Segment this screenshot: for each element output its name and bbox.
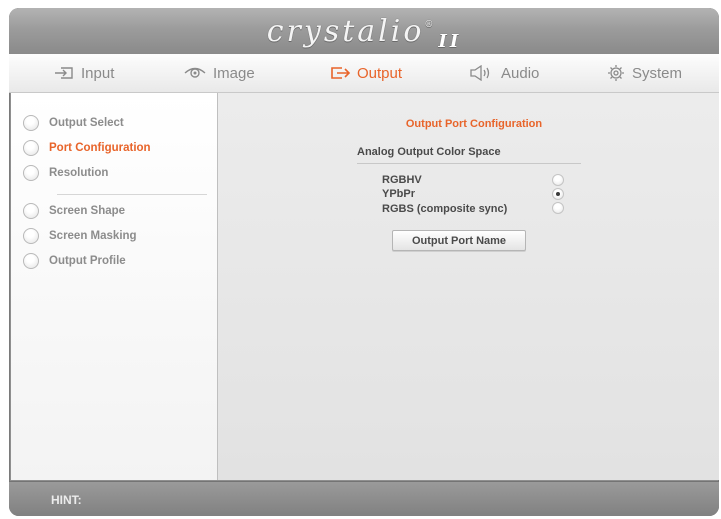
option-label-ypbpr: YPbPr — [382, 188, 416, 200]
sidebar-item-port-configuration[interactable]: Port Configuration — [23, 138, 151, 158]
sidebar-item-screen-masking[interactable]: Screen Masking — [23, 226, 137, 246]
output-port-name-button[interactable]: Output Port Name — [392, 230, 526, 251]
logo-text: crystalio — [266, 14, 425, 49]
input-arrow-icon — [55, 67, 73, 79]
sidebar-item-label: Resolution — [49, 167, 109, 179]
sidebar-item-resolution[interactable]: Resolution — [23, 163, 108, 183]
tab-output-label: Output — [357, 64, 403, 82]
tab-input[interactable]: Input — [53, 54, 114, 92]
gear-icon — [608, 65, 624, 81]
color-space-label: Analog Output Color Space — [357, 146, 501, 158]
sidebar-item-output-select[interactable]: Output Select — [23, 113, 124, 133]
eye-icon — [184, 67, 206, 78]
sidebar-item-label: Screen Shape — [49, 205, 126, 217]
radio-ypbpr[interactable] — [552, 188, 564, 200]
radio-icon — [23, 228, 39, 244]
radio-icon — [23, 203, 39, 219]
page-title: Output Port Configuration — [405, 118, 543, 130]
logo-registered-mark: ® — [424, 20, 437, 30]
tab-image[interactable]: Image — [183, 54, 255, 92]
radio-icon — [23, 115, 39, 131]
sidebar-divider — [57, 194, 207, 195]
radio-icon — [23, 253, 39, 269]
sidebar-item-label: Port Configuration — [49, 142, 151, 154]
speaker-icon — [470, 65, 490, 81]
sidebar-item-label: Screen Masking — [49, 230, 137, 242]
radio-rgbhv[interactable] — [552, 174, 564, 186]
tab-image-label: Image — [213, 64, 255, 82]
radio-icon — [23, 165, 39, 181]
radio-rgbs[interactable] — [552, 202, 564, 214]
tab-system[interactable]: System — [606, 54, 682, 92]
tab-audio[interactable]: Audio — [469, 54, 539, 92]
sidebar: Output Select Port Configuration Resolut… — [11, 93, 218, 480]
tab-audio-label: Audio — [501, 64, 540, 82]
hint-bar: HINT: — [9, 481, 719, 516]
option-label-rgbs: RGBS (composite sync) — [382, 203, 508, 215]
group-divider — [357, 163, 581, 164]
option-label-rgbhv: RGBHV — [382, 174, 422, 186]
sidebar-item-screen-shape[interactable]: Screen Shape — [23, 201, 125, 221]
output-arrow-icon — [331, 67, 351, 79]
title-bar: crystalio®II — [9, 8, 719, 55]
app-window: crystalio®II Input Image Output Audio Sy… — [9, 8, 719, 516]
tab-input-label: Input — [81, 64, 115, 82]
sidebar-item-label: Output Select — [49, 117, 124, 129]
hint-label: HINT: — [51, 493, 82, 507]
main-tab-bar: Input Image Output Audio System — [9, 54, 719, 93]
app-logo: crystalio®II — [9, 14, 719, 52]
tab-system-label: System — [632, 64, 683, 82]
radio-icon — [23, 140, 39, 156]
tab-output[interactable]: Output — [329, 54, 402, 92]
main-content: Output Port Configuration Analog Output … — [218, 93, 719, 480]
sidebar-item-label: Output Profile — [49, 255, 126, 267]
logo-suffix: II — [438, 31, 462, 52]
sidebar-item-output-profile[interactable]: Output Profile — [23, 251, 126, 271]
